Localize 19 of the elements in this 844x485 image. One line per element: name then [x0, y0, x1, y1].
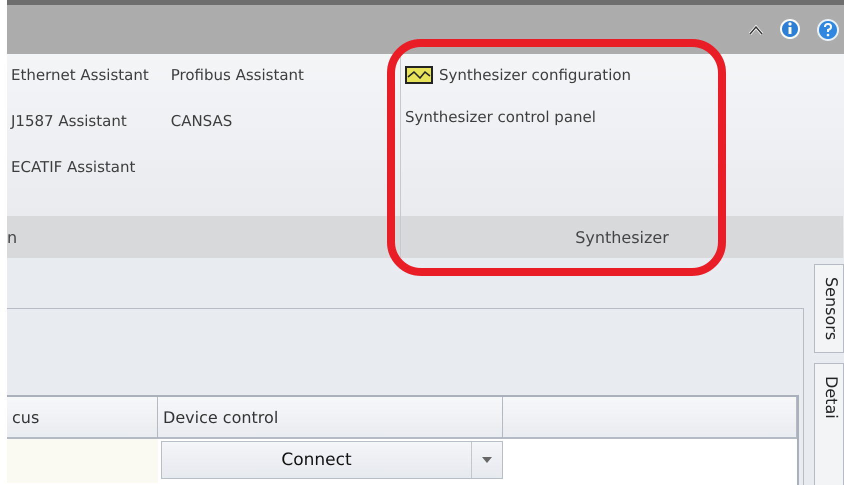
ribbon-item[interactable]: Synthesizer control panel — [405, 106, 632, 128]
ribbon-item[interactable]: Profibus Assistant — [170, 64, 304, 86]
info-icon[interactable] — [778, 18, 802, 42]
help-icon[interactable] — [816, 18, 840, 42]
ribbon-item[interactable]: J1587 Assistant — [11, 110, 149, 132]
caret-icon — [482, 457, 492, 463]
side-tab[interactable]: Detai — [814, 363, 844, 485]
connect-dropdown[interactable]: Connect — [161, 441, 503, 479]
ribbon-item[interactable]: Synthesizer configuration — [405, 64, 632, 86]
side-tab[interactable]: Sensors — [814, 264, 844, 354]
ribbon-item[interactable]: Ethernet Assistant — [11, 64, 149, 86]
column-header: cus — [7, 397, 158, 437]
group-label: n — [7, 228, 18, 246]
column-header: Device control — [158, 397, 503, 437]
ribbon-item[interactable]: ECATIF Assistant — [11, 156, 149, 178]
ribbon-item[interactable]: CANSAS — [170, 110, 304, 132]
collapse-icon[interactable] — [748, 24, 764, 36]
waveform-icon — [405, 66, 433, 84]
group-label: Synthesizer — [575, 228, 669, 246]
